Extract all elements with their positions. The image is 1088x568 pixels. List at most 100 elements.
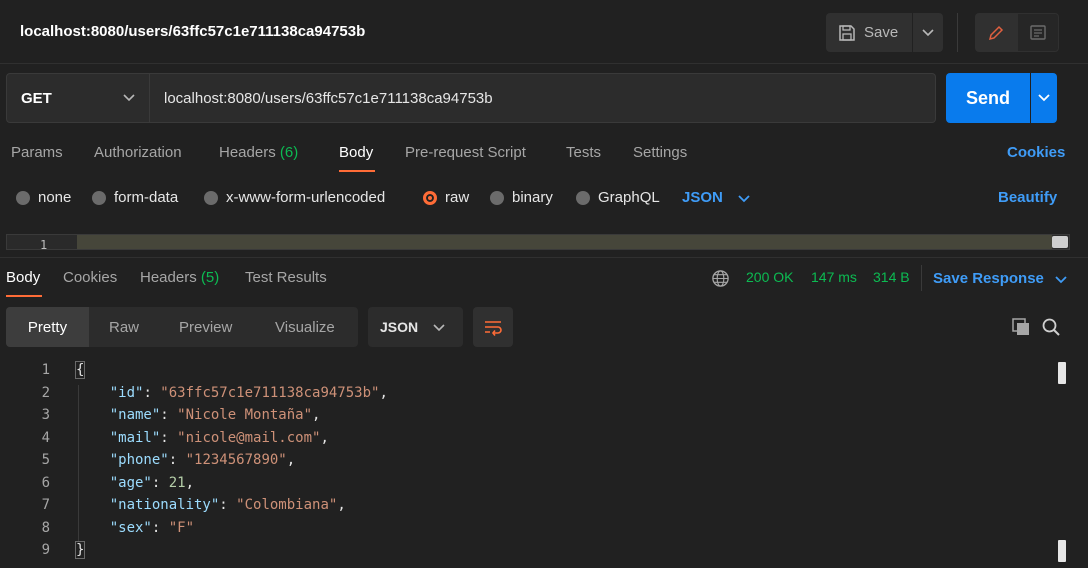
response-format-select[interactable]: JSON (368, 307, 463, 347)
radio-indicator (92, 190, 106, 205)
save-options-button[interactable] (913, 13, 943, 52)
line-number: 6 (41, 474, 50, 491)
url-input[interactable]: localhost:8080/users/63ffc57c1e711138ca9… (150, 73, 936, 123)
json-field: "age": 21, (109, 474, 195, 491)
cookies-link[interactable]: Cookies (1007, 144, 1065, 161)
editor-scrollbar[interactable] (1052, 236, 1068, 248)
view-visualize[interactable]: Visualize (275, 307, 335, 347)
radio-raw[interactable]: raw (423, 189, 469, 206)
json-comma: , (185, 474, 195, 491)
method-label: GET (21, 89, 52, 107)
json-key: "sex" (109, 519, 152, 536)
send-options-button[interactable] (1031, 73, 1057, 123)
editor-line-number: 1 (40, 238, 48, 252)
json-key: "name" (109, 407, 161, 423)
json-key: "phone" (109, 452, 169, 468)
tab-prerequest-script[interactable]: Pre-request Script (405, 144, 526, 161)
response-tab-cookies[interactable]: Cookies (63, 269, 117, 286)
response-tab-headers[interactable]: Headers (5) (140, 269, 219, 286)
code-line: 4 "mail": "nicole@mail.com", (0, 430, 1000, 452)
tab-params[interactable]: Params (11, 144, 63, 161)
tab-authorization[interactable]: Authorization (94, 144, 182, 161)
response-size[interactable]: 314 B (873, 269, 910, 285)
body-format-select[interactable]: JSON (682, 189, 751, 206)
pencil-icon (988, 25, 1004, 40)
chevron-down-icon (1038, 94, 1050, 102)
active-tab-indicator (339, 170, 375, 172)
tab-body[interactable]: Body (339, 144, 373, 161)
view-raw[interactable]: Raw (109, 307, 139, 347)
active-response-tab-indicator (6, 295, 42, 297)
beautify-link[interactable]: Beautify (998, 189, 1057, 206)
radio-label: none (38, 189, 72, 206)
response-time[interactable]: 147 ms (811, 269, 857, 285)
json-field: "phone": "1234567890", (109, 452, 296, 468)
response-scrollbar-top[interactable] (1058, 362, 1066, 384)
code-line: 6 "age": 21, (0, 475, 1000, 497)
save-button[interactable]: Save (826, 13, 912, 52)
tab-headers[interactable]: Headers (6) (219, 144, 298, 161)
radio-none[interactable]: none (16, 189, 71, 206)
wrap-lines-button[interactable] (473, 307, 513, 347)
radio-form-data[interactable]: form-data (92, 189, 178, 206)
tab-settings[interactable]: Settings (633, 144, 687, 161)
json-value: "Nicole Montaña" (177, 407, 313, 423)
save-response-button[interactable]: Save Response (933, 270, 1068, 287)
status-code[interactable]: 200 OK (746, 269, 793, 285)
view-pretty[interactable]: Pretty (6, 307, 89, 347)
open-brace: { (74, 361, 86, 379)
radio-label: form-data (114, 189, 179, 206)
copy-icon[interactable] (1011, 317, 1031, 337)
json-value: "F" (168, 519, 195, 536)
line-number: 1 (41, 362, 50, 378)
radio-indicator (576, 190, 590, 205)
response-scrollbar-bottom[interactable] (1058, 540, 1066, 562)
json-field: "id": "63ffc57c1e711138ca94753b", (109, 384, 388, 401)
tab-tests[interactable]: Tests (566, 144, 601, 161)
chevron-down-icon (738, 194, 750, 202)
json-field: "nationality": "Colombiana", (109, 497, 346, 513)
json-key: "nationality" (109, 497, 220, 513)
response-tab-test-results[interactable]: Test Results (245, 269, 327, 286)
code-line: 5 "phone": "1234567890", (0, 452, 1000, 474)
request-title[interactable]: localhost:8080/users/63ffc57c1e711138ca9… (20, 23, 365, 40)
documentation-button[interactable] (1017, 13, 1059, 52)
chevron-down-icon (433, 324, 445, 332)
json-value: "63ffc57c1e711138ca94753b" (160, 384, 380, 401)
radio-indicator-selected (423, 190, 437, 205)
json-field: "name": "Nicole Montaña", (109, 407, 321, 423)
line-number: 9 (41, 542, 50, 558)
send-button[interactable]: Send (946, 73, 1030, 123)
json-value: "Colombiana" (236, 497, 338, 513)
body-format-label: JSON (682, 189, 723, 206)
code-line: 3 "name": "Nicole Montaña", (0, 407, 1000, 429)
editor-active-line (77, 235, 1052, 249)
view-preview[interactable]: Preview (179, 307, 232, 347)
edit-button[interactable] (975, 13, 1017, 52)
line-number: 7 (41, 497, 50, 513)
search-icon[interactable] (1041, 317, 1061, 337)
radio-label: binary (512, 189, 553, 206)
line-number: 8 (41, 519, 50, 536)
code-line: 9 } (0, 541, 1000, 564)
radio-label: GraphQL (598, 189, 660, 206)
json-value: 21 (168, 474, 186, 491)
json-value: "nicole@mail.com" (177, 429, 321, 446)
close-brace: } (74, 541, 86, 559)
globe-icon[interactable] (711, 269, 730, 288)
chevron-down-icon (1055, 275, 1067, 283)
json-value: "1234567890" (185, 452, 287, 468)
radio-urlencoded[interactable]: x-www-form-urlencoded (204, 189, 385, 206)
radio-binary[interactable]: binary (490, 189, 553, 206)
response-tab-body[interactable]: Body (6, 269, 40, 286)
save-label: Save (864, 24, 899, 41)
json-comma: , (320, 429, 329, 446)
radio-label: raw (445, 189, 470, 206)
wrap-lines-icon (485, 321, 502, 336)
pane-divider[interactable] (0, 257, 1088, 258)
radio-graphql[interactable]: GraphQL (576, 189, 660, 206)
response-tab-headers-count: (5) (200, 269, 220, 286)
json-comma: , (286, 452, 296, 468)
json-key: "mail" (109, 429, 161, 446)
url-value: localhost:8080/users/63ffc57c1e711138ca9… (164, 89, 493, 107)
